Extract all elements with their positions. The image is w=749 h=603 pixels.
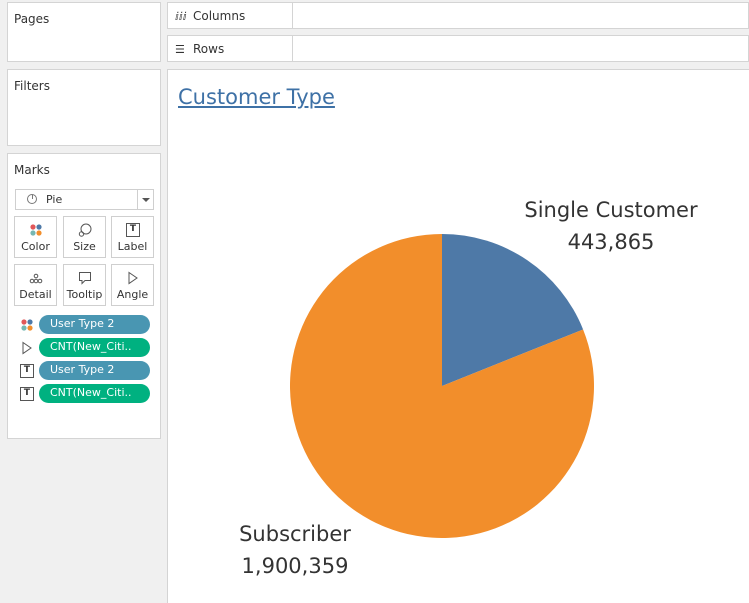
marks-field-row[interactable]: User Type 2 bbox=[20, 315, 152, 335]
columns-shelf[interactable]: ⅈⅈⅈ Columns bbox=[167, 2, 749, 29]
angle-icon bbox=[128, 271, 138, 285]
color-button-label: Color bbox=[21, 240, 50, 253]
shelf-divider bbox=[292, 36, 293, 61]
columns-icon: ⅈⅈⅈ bbox=[175, 10, 187, 23]
pie-mark-icon bbox=[27, 194, 37, 204]
color-dots-icon bbox=[30, 224, 42, 236]
angle-icon bbox=[22, 341, 32, 355]
pages-card-title: Pages bbox=[14, 12, 50, 26]
angle-button-label: Angle bbox=[116, 288, 149, 301]
rows-icon: ☰ bbox=[175, 43, 185, 56]
label-button[interactable]: T Label bbox=[111, 216, 154, 258]
tooltip-button[interactable]: Tooltip bbox=[63, 264, 106, 306]
tooltip-button-label: Tooltip bbox=[66, 288, 103, 301]
marks-field-row[interactable]: T CNT(New_Citi.. bbox=[20, 384, 152, 404]
rows-shelf[interactable]: ☰ Rows bbox=[167, 35, 749, 62]
color-button[interactable]: Color bbox=[14, 216, 57, 258]
marks-field-row[interactable]: CNT(New_Citi.. bbox=[20, 338, 152, 358]
field-pill[interactable]: User Type 2 bbox=[39, 315, 150, 334]
viz-area[interactable]: Single Customer 443,865 Subscriber 1,900,35… bbox=[167, 69, 749, 603]
marks-card: Marks Pie Color Size T Label Detail Tool… bbox=[7, 153, 161, 439]
chart-title[interactable]: Customer Type bbox=[178, 85, 335, 109]
marks-field-row[interactable]: T User Type 2 bbox=[20, 361, 152, 381]
field-pill[interactable]: User Type 2 bbox=[39, 361, 150, 380]
slice-value-label: 443,865 bbox=[568, 230, 655, 254]
size-icon bbox=[78, 223, 92, 237]
tooltip-icon bbox=[79, 272, 91, 285]
mark-type-dropdown[interactable]: Pie bbox=[15, 189, 154, 210]
label-button-label: Label bbox=[117, 240, 148, 253]
label-T-icon: T bbox=[20, 364, 34, 378]
pages-card[interactable]: Pages bbox=[7, 2, 161, 62]
label-T-icon: T bbox=[126, 223, 140, 237]
size-button[interactable]: Size bbox=[63, 216, 106, 258]
pie-chart[interactable]: Single Customer 443,865 Subscriber 1,900,35… bbox=[168, 70, 749, 603]
label-T-icon: T bbox=[20, 387, 34, 401]
marks-card-title: Marks bbox=[14, 163, 50, 177]
slice-label: Subscriber bbox=[239, 522, 351, 546]
filters-card[interactable]: Filters bbox=[7, 69, 161, 146]
field-pill[interactable]: CNT(New_Citi.. bbox=[39, 384, 150, 403]
mark-type-label: Pie bbox=[46, 193, 63, 206]
detail-button-label: Detail bbox=[19, 288, 52, 301]
slice-label: Single Customer bbox=[524, 198, 698, 222]
filters-card-title: Filters bbox=[14, 79, 50, 93]
color-dots-icon bbox=[21, 319, 33, 331]
columns-shelf-label: Columns bbox=[193, 9, 246, 23]
detail-dots-icon bbox=[29, 273, 43, 284]
field-pill[interactable]: CNT(New_Citi.. bbox=[39, 338, 150, 357]
shelf-divider bbox=[292, 3, 293, 28]
chevron-down-icon[interactable] bbox=[137, 190, 153, 209]
slice-value-label: 1,900,359 bbox=[242, 554, 349, 578]
angle-button[interactable]: Angle bbox=[111, 264, 154, 306]
size-button-label: Size bbox=[73, 240, 96, 253]
rows-shelf-label: Rows bbox=[193, 42, 225, 56]
detail-button[interactable]: Detail bbox=[14, 264, 57, 306]
